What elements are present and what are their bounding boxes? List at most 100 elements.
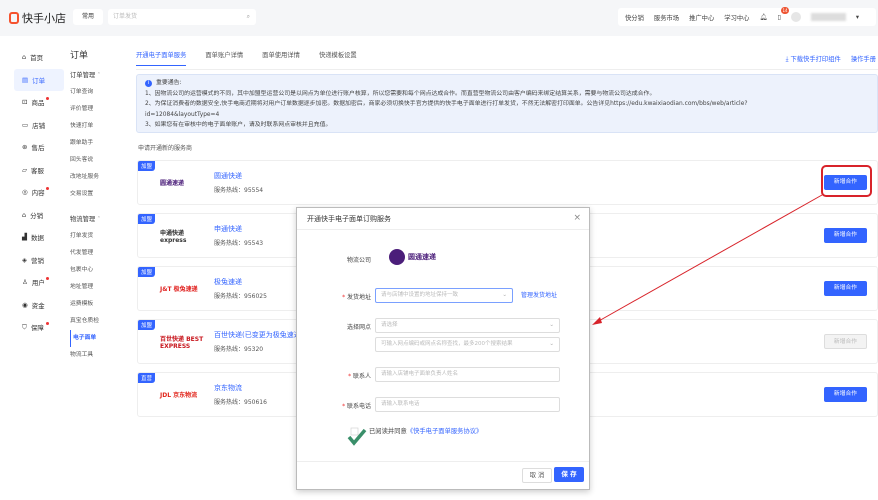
funds-icon: ◉: [22, 300, 28, 309]
download-link[interactable]: ⤓ 下载快手打印组件: [786, 54, 841, 64]
home-icon: ⌂: [22, 53, 27, 62]
phone-input[interactable]: 请输入联系电话: [375, 397, 560, 412]
user-icon: ♙: [22, 278, 28, 287]
chart-icon: ▟: [22, 233, 27, 242]
nav-service-market[interactable]: 服务市场: [654, 13, 679, 22]
distribution-icon: ⌂: [22, 210, 27, 219]
avatar[interactable]: [790, 12, 801, 22]
phone-label: * 联系电话: [342, 403, 371, 410]
notification-badge: 14: [781, 7, 789, 14]
sidebar-item[interactable]: ⊛ 售后: [14, 136, 64, 159]
chevron-down-icon[interactable]: ▾: [856, 14, 859, 21]
bell-icon[interactable]: 🔔︎: [759, 13, 767, 21]
checkmark-icon[interactable]: [347, 426, 367, 446]
common-button[interactable]: 常用: [73, 9, 103, 25]
tab-usage-details[interactable]: 面单使用详情: [262, 50, 300, 66]
sidebar-item-label: 商品: [31, 99, 45, 108]
sidebar-item[interactable]: ◎ 内容: [14, 181, 64, 204]
search-input[interactable]: 订单发货 ⌕: [108, 9, 256, 25]
agreement-link[interactable]: 《快手电子面单服务协议》: [407, 428, 483, 435]
phone-icon[interactable]: ▯: [777, 14, 780, 21]
menu-item[interactable]: 打单发货: [70, 228, 100, 245]
top-bar: 快手小店 常用 订单发货 ⌕ 快分销 服务市场 推广中心 学习中心 🔔︎ ▯ ▾ …: [0, 0, 878, 36]
menu-item[interactable]: 物流工具: [70, 347, 100, 364]
chevron-down-icon: ⌄: [502, 292, 507, 298]
sidebar-item[interactable]: ▟ 数据: [14, 226, 64, 249]
sidebar-item[interactable]: ▤ 订单: [14, 68, 64, 91]
add-cooperation-button[interactable]: 新增合作: [824, 387, 867, 402]
menu-item[interactable]: 包裹中心: [70, 262, 100, 279]
subscribe-modal: 开通快手电子面单订购服务 × 物流公司 圆通速递 * 发货地址 请与店铺中设置的…: [296, 207, 590, 490]
menu-group[interactable]: 订单管理 ˄: [70, 67, 100, 84]
menu-item[interactable]: 改地址服务: [70, 169, 100, 186]
menu-item[interactable]: 代发管理: [70, 245, 100, 262]
sidebar-item[interactable]: ⌂ 分销: [14, 204, 64, 227]
sidebar-item[interactable]: ⛉ 保障: [14, 316, 64, 339]
menu-item[interactable]: 跟单助手: [70, 135, 100, 152]
sidebar-item[interactable]: ⊡ 商品: [14, 91, 64, 114]
sidebar-item[interactable]: ◈ 营销: [14, 249, 64, 272]
sidebar-item[interactable]: ⌂ 首页: [14, 46, 64, 69]
goods-icon: ⊡: [22, 98, 28, 107]
provider-name[interactable]: 京东物流: [214, 383, 242, 393]
provider-type-badge: 加盟: [138, 214, 156, 224]
tab-account-details[interactable]: 面单账户详情: [205, 50, 243, 66]
search-placeholder: 订单发货: [113, 13, 138, 20]
provider-type-badge: 加盟: [138, 320, 156, 330]
section-label: 申请开通新的服务商: [138, 145, 193, 152]
outlet-search-select[interactable]: 可输入网点编码或网点名称查找，最多200个搜索结果 ⌄: [375, 337, 560, 352]
sidebar-item[interactable]: ▭ 店铺: [14, 114, 64, 137]
menu-item[interactable]: 回头客说: [70, 152, 100, 169]
add-cooperation-button[interactable]: 新增合作: [824, 334, 867, 349]
manage-address-link[interactable]: 管理发货地址: [521, 290, 557, 299]
add-cooperation-button[interactable]: 新增合作: [824, 228, 867, 243]
sidebar-item-label: 保障: [30, 324, 44, 333]
notice-line: 2、为保证消费者的数据安全,快手电商近期将对用户订单数据逐步加密。数据加密后，商…: [145, 101, 748, 107]
kuaishou-logo-icon: [9, 12, 19, 24]
search-icon[interactable]: ⌕: [247, 9, 250, 25]
add-cooperation-button[interactable]: 新增合作: [824, 281, 867, 296]
save-button[interactable]: 保 存: [554, 467, 584, 482]
provider-hotline: 服务热线：956025: [214, 293, 267, 300]
menu-item[interactable]: 真宝仓质检: [70, 313, 100, 330]
menu-item[interactable]: 电子面单: [70, 330, 100, 347]
notice-line: id=12084&layoutType=4: [145, 111, 220, 118]
sidebar-item[interactable]: ◉ 资金: [14, 294, 64, 317]
menu-item[interactable]: 快速打单: [70, 118, 100, 135]
nav-learning[interactable]: 学习中心: [724, 13, 749, 22]
app-logo[interactable]: 快手小店: [9, 10, 66, 26]
sidebar-item[interactable]: ▱ 客服: [14, 159, 64, 182]
menu-group[interactable]: 物流管理 ˄: [70, 211, 100, 228]
close-icon[interactable]: ×: [573, 213, 581, 223]
outlet-select[interactable]: 请选择 ⌄: [375, 318, 560, 333]
contact-label: * 联系人: [348, 373, 371, 380]
address-select[interactable]: 请与店铺中设置的地址保持一致 ⌄: [375, 288, 513, 303]
provider-name[interactable]: 百世快递(已变更为极兔速递): [214, 330, 303, 340]
chevron-up-icon[interactable]: ˄: [95, 72, 100, 79]
provider-name[interactable]: 圆通快递: [214, 171, 242, 181]
notification-dot: [46, 97, 49, 100]
menu-item[interactable]: 交易设置: [70, 186, 100, 203]
agreement-text: 已阅读并同意《快手电子面单服务协议》: [369, 428, 483, 435]
order-icon: ▤: [22, 75, 29, 84]
menu-item[interactable]: 评价管理: [70, 101, 100, 118]
account-name-blurred[interactable]: [810, 13, 846, 21]
nav-kuaifenxiao[interactable]: 快分销: [625, 13, 644, 22]
contact-input[interactable]: 请输入店铺电子面单负责人姓名: [375, 367, 560, 382]
provider-logo: JDL 京东物流: [160, 392, 198, 399]
chevron-up-icon[interactable]: ˄: [95, 216, 100, 223]
manual-link[interactable]: 操作手册: [851, 54, 876, 64]
menu-item[interactable]: 运费模板: [70, 296, 100, 313]
cancel-button[interactable]: 取 消: [522, 468, 552, 483]
sidebar-item[interactable]: ♙ 用户: [14, 271, 64, 294]
provider-name[interactable]: 极兔速递: [214, 277, 242, 287]
tab-open-waybill[interactable]: 开通电子面单服务: [136, 50, 187, 66]
nav-promotion[interactable]: 推广中心: [689, 13, 714, 22]
menu-item[interactable]: 订单查询: [70, 84, 100, 101]
provider-name[interactable]: 申通快递: [214, 224, 242, 234]
section-title: 订单: [70, 51, 89, 61]
tab-template-settings[interactable]: 快递模板设置: [319, 50, 357, 66]
download-label: 下载快手打印组件: [790, 56, 841, 63]
chat-icon: ▱: [22, 165, 27, 174]
menu-item[interactable]: 地址管理: [70, 279, 100, 296]
